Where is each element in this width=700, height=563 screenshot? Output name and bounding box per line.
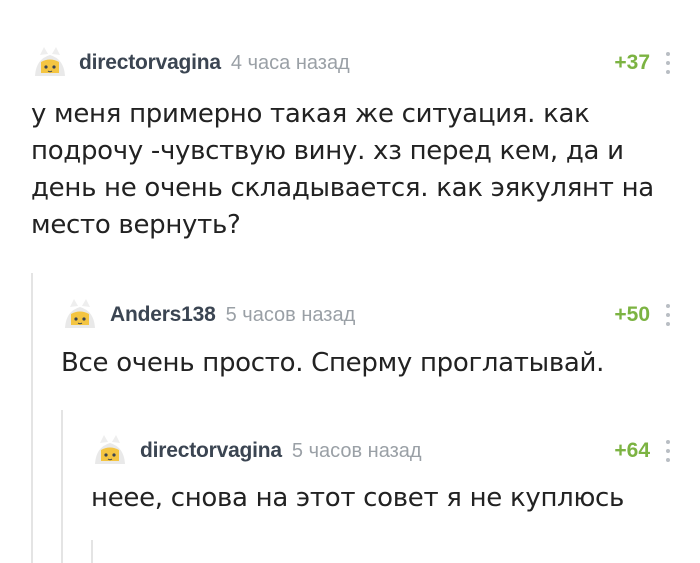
more-vertical-icon[interactable] — [664, 304, 672, 326]
timestamp-link[interactable]: 4 часа назад — [231, 52, 350, 75]
timestamp-link[interactable]: 5 часов назад — [292, 440, 422, 463]
comment-body: неее, снова на этот совет я не куплюсь — [91, 480, 624, 517]
thread-line-level-2[interactable] — [61, 410, 63, 563]
default-avatar-icon[interactable] — [31, 43, 69, 81]
rating-value: +64 — [614, 439, 650, 462]
username-link[interactable]: directorvagina — [79, 51, 221, 75]
rating-value: +37 — [614, 51, 650, 74]
default-avatar-icon[interactable] — [61, 295, 99, 333]
comment-meta: directorvagina 4 часа назад — [79, 43, 350, 83]
thread-line-level-1[interactable] — [31, 273, 33, 563]
comment-text-line: место вернуть? — [31, 210, 241, 240]
comment-text-line: подрочу -чувствую вину. хз перед кем, да… — [31, 136, 624, 166]
comment-meta: directorvagina 5 часов назад — [140, 431, 422, 471]
more-vertical-icon[interactable] — [664, 440, 672, 462]
timestamp-link[interactable]: 5 часов назад — [226, 304, 356, 327]
comment-text-line: день не очень складывается. как эякулянт… — [31, 173, 654, 203]
comment-body: Все очень просто. Сперму проглатывай. — [61, 345, 604, 382]
rating-value: +50 — [614, 303, 650, 326]
more-vertical-icon[interactable] — [664, 52, 672, 74]
username-link[interactable]: Anders138 — [110, 303, 216, 327]
comment-meta: Anders138 5 часов назад — [110, 295, 355, 335]
comment-text-line: неее, снова на этот совет я не куплюсь — [91, 483, 625, 513]
default-avatar-icon[interactable] — [91, 431, 129, 469]
comment-text-line: Все очень просто. Сперму проглатывай. — [61, 348, 605, 378]
comments-page: { "comments": [ { "username": "directorv… — [0, 0, 700, 563]
thread-line-level-3[interactable] — [91, 540, 93, 563]
comment-body: у меня примерно такая же ситуация. как п… — [31, 96, 654, 244]
username-link[interactable]: directorvagina — [140, 439, 282, 463]
comment-text-line: у меня примерно такая же ситуация. как — [31, 99, 590, 129]
